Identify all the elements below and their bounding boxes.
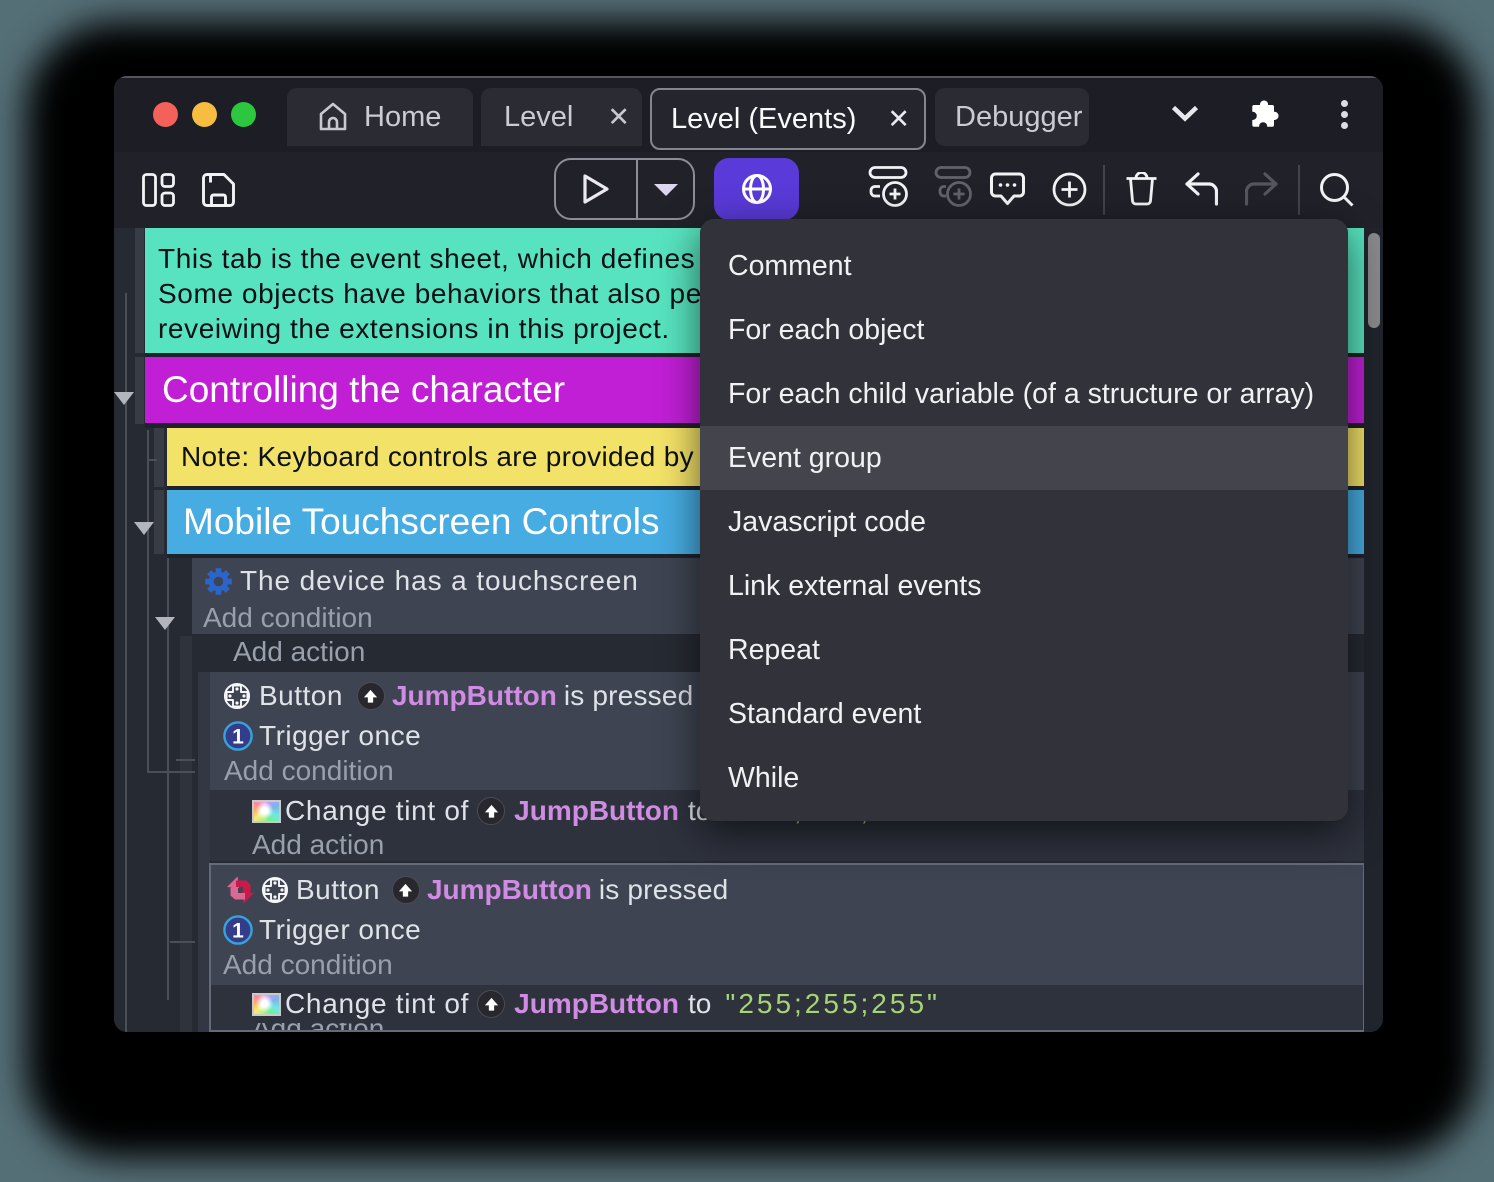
svg-text:1: 1	[232, 920, 244, 943]
svg-text:1: 1	[232, 726, 244, 749]
